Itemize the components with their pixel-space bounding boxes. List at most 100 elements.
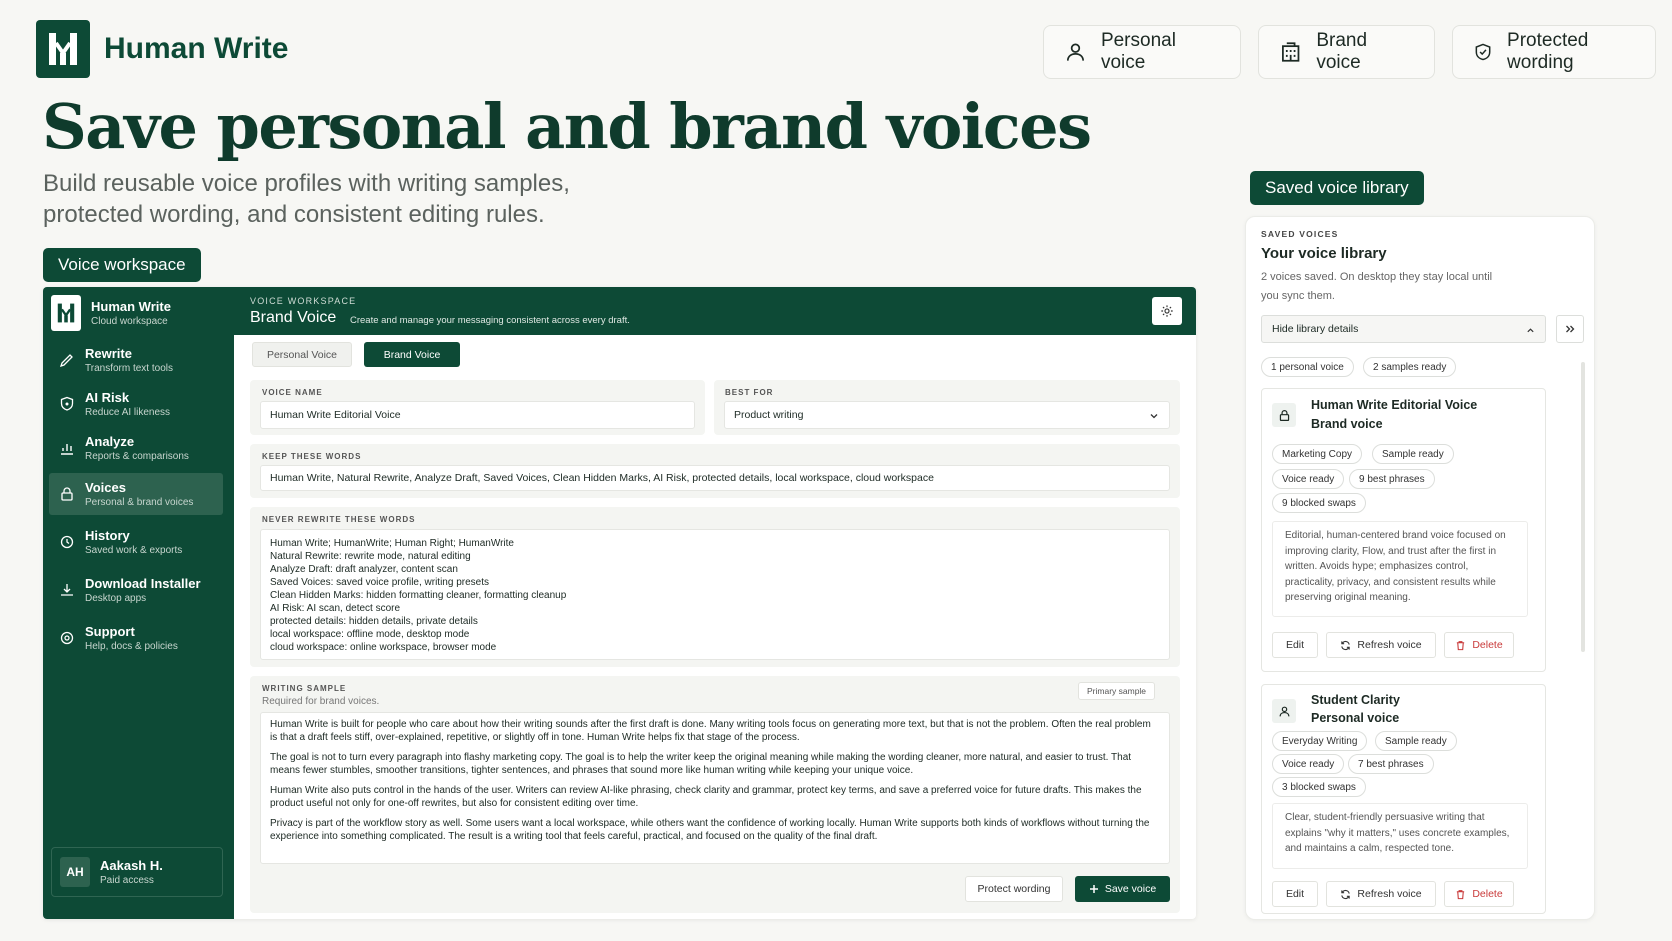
trash-icon <box>1457 640 1465 650</box>
user-plan: Paid access <box>100 875 154 886</box>
never-rewrite-label: NEVER REWRITE THESE WORDS <box>262 515 416 524</box>
card-icon-badge <box>1272 699 1296 723</box>
header-kicker: VOICE WORKSPACE <box>250 296 357 306</box>
sidebar: Human Write Cloud workspace Rewrite Trans… <box>43 287 234 919</box>
tab-personal-voice[interactable]: Personal Voice <box>252 342 352 367</box>
card-tag: 9 blocked swaps <box>1272 493 1366 513</box>
sidebar-item-label: Rewrite <box>85 346 132 361</box>
gear-icon <box>1161 305 1173 317</box>
edit-voice-button[interactable]: Edit <box>1272 632 1318 658</box>
voice-name-input[interactable]: Human Write Editorial Voice <box>260 401 695 429</box>
save-voice-button[interactable]: Save voice <box>1075 876 1170 902</box>
plus-icon <box>1089 885 1098 893</box>
summary-tag: 1 personal voice <box>1261 357 1354 377</box>
delete-voice-button[interactable]: Delete <box>1444 632 1514 658</box>
header-title: Brand Voice <box>250 309 337 326</box>
sidebar-item-label: Voices <box>85 480 126 495</box>
card-type: Personal voice <box>1311 711 1400 725</box>
card-tag: Sample ready <box>1372 444 1454 464</box>
library-kicker: SAVED VOICES <box>1261 229 1339 239</box>
writing-sample-label: WRITING SAMPLE <box>262 684 347 693</box>
protected-wording-chip[interactable]: Protected wording <box>1452 25 1656 79</box>
brand-voice-chip[interactable]: Brand voice <box>1258 25 1435 79</box>
voice-name-label: VOICE NAME <box>262 388 323 397</box>
sidebar-item-sub: Help, docs & policies <box>85 641 178 652</box>
workspace-logo <box>51 295 81 331</box>
user-account[interactable]: AH Aakash H. Paid access <box>51 847 223 897</box>
logo-mark-icon <box>49 33 77 65</box>
refresh-voice-button[interactable]: Refresh voice <box>1326 881 1436 907</box>
card-tag: Everyday Writing <box>1272 731 1368 751</box>
card-tag: 9 best phrases <box>1349 469 1435 489</box>
app-window: Human Write Cloud workspace Rewrite Trans… <box>43 287 1196 919</box>
personal-voice-chip[interactable]: Personal voice <box>1043 25 1241 79</box>
card-tag: Voice ready <box>1272 754 1345 774</box>
brand: Human Write <box>36 20 288 78</box>
keep-words-input[interactable]: Human Write, Natural Rewrite, Analyze Dr… <box>260 465 1170 491</box>
download-icon <box>61 584 73 596</box>
delete-voice-button[interactable]: Delete <box>1444 881 1514 907</box>
sidebar-item-analyze[interactable]: Analyze Reports & comparisons <box>49 427 223 469</box>
chip-label: Protected wording <box>1507 30 1589 73</box>
sidebar-item-sub: Reports & comparisons <box>85 451 189 462</box>
sidebar-item-sub: Desktop apps <box>85 593 147 604</box>
history-icon <box>60 535 74 549</box>
card-tag: Marketing Copy <box>1272 444 1363 464</box>
workspace-type: Cloud workspace <box>91 316 168 327</box>
library-details-toggle[interactable]: Hide library details <box>1261 315 1546 343</box>
refresh-label: Refresh voice <box>1357 888 1422 900</box>
voice-workspace-label: Voice workspace <box>43 248 201 282</box>
writing-sample-textarea[interactable]: Human Write is built for people who care… <box>260 712 1170 864</box>
sidebar-item-history[interactable]: History Saved work & exports <box>49 521 223 563</box>
card-icon-badge <box>1272 403 1296 427</box>
best-for-label: BEST FOR <box>725 388 774 397</box>
sidebar-item-support[interactable]: Support Help, docs & policies <box>49 617 223 659</box>
sidebar-item-sub: Transform text tools <box>85 363 173 374</box>
card-tag: 3 blocked swaps <box>1272 777 1366 797</box>
sidebar-item-ai-risk[interactable]: AI Risk Reduce AI likeness <box>49 383 223 425</box>
trash-icon <box>1457 889 1465 899</box>
sidebar-item-download-installer[interactable]: Download Installer Desktop apps <box>49 569 223 611</box>
user-name: Aakash H. <box>100 858 163 873</box>
sidebar-item-label: AI Risk <box>85 390 130 405</box>
library-description: 2 voices saved. On desktop they stay loc… <box>1261 271 1493 302</box>
lock-icon <box>1279 409 1289 421</box>
sidebar-item-rewrite[interactable]: Rewrite Transform text tools <box>49 339 223 381</box>
building-icon <box>1282 42 1300 62</box>
chip-label: Personal voice <box>1100 30 1176 73</box>
best-for-select[interactable]: Product writing <box>724 401 1170 429</box>
voice-card: Human Write Editorial Voice Brand voice … <box>1261 388 1546 672</box>
tab-brand-voice[interactable]: Brand Voice <box>364 342 460 367</box>
workspace-switcher[interactable]: Human Write Cloud workspace <box>51 295 171 331</box>
best-for-value: Product writing <box>734 409 804 421</box>
delete-label: Delete <box>1472 888 1503 900</box>
toggle-label: Hide library details <box>1272 323 1359 335</box>
avatar: AH <box>60 857 90 887</box>
sidebar-item-label: History <box>85 528 130 543</box>
sample-paragraph: Human Write also puts control in the han… <box>270 785 1142 809</box>
edit-voice-button[interactable]: Edit <box>1272 881 1318 907</box>
voice-card: Student Clarity Personal voice Everyday … <box>1261 684 1546 914</box>
settings-button[interactable] <box>1152 297 1182 325</box>
collapse-panel-button[interactable] <box>1556 315 1584 343</box>
card-description: Editorial, human-centered brand voice fo… <box>1272 521 1528 617</box>
rewrite-icon <box>59 354 73 368</box>
lock-icon <box>61 487 73 501</box>
library-scrollbar[interactable] <box>1581 362 1585 652</box>
person-icon <box>1066 43 1084 61</box>
chevron-up-icon <box>1527 328 1534 333</box>
delete-label: Delete <box>1472 639 1503 651</box>
sample-paragraph: The goal is not to turn every paragraph … <box>270 752 1132 776</box>
sidebar-item-label: Support <box>85 624 135 639</box>
brand-name: Human Write <box>104 32 289 65</box>
never-rewrite-textarea[interactable]: Human Write; HumanWrite; Human Right; Hu… <box>260 529 1170 660</box>
sidebar-item-label: Analyze <box>85 434 135 449</box>
chip-label: Brand voice <box>1316 30 1368 73</box>
sidebar-item-voices[interactable]: Voices Personal & brand voices <box>49 473 223 515</box>
refresh-voice-button[interactable]: Refresh voice <box>1326 632 1436 658</box>
page-title: Save personal and brand voices <box>42 90 1092 163</box>
protect-wording-button[interactable]: Protect wording <box>965 876 1063 902</box>
double-chevron-right-icon <box>1566 325 1575 333</box>
library-title: Your voice library <box>1261 245 1387 262</box>
chevron-down-icon <box>1150 414 1158 419</box>
